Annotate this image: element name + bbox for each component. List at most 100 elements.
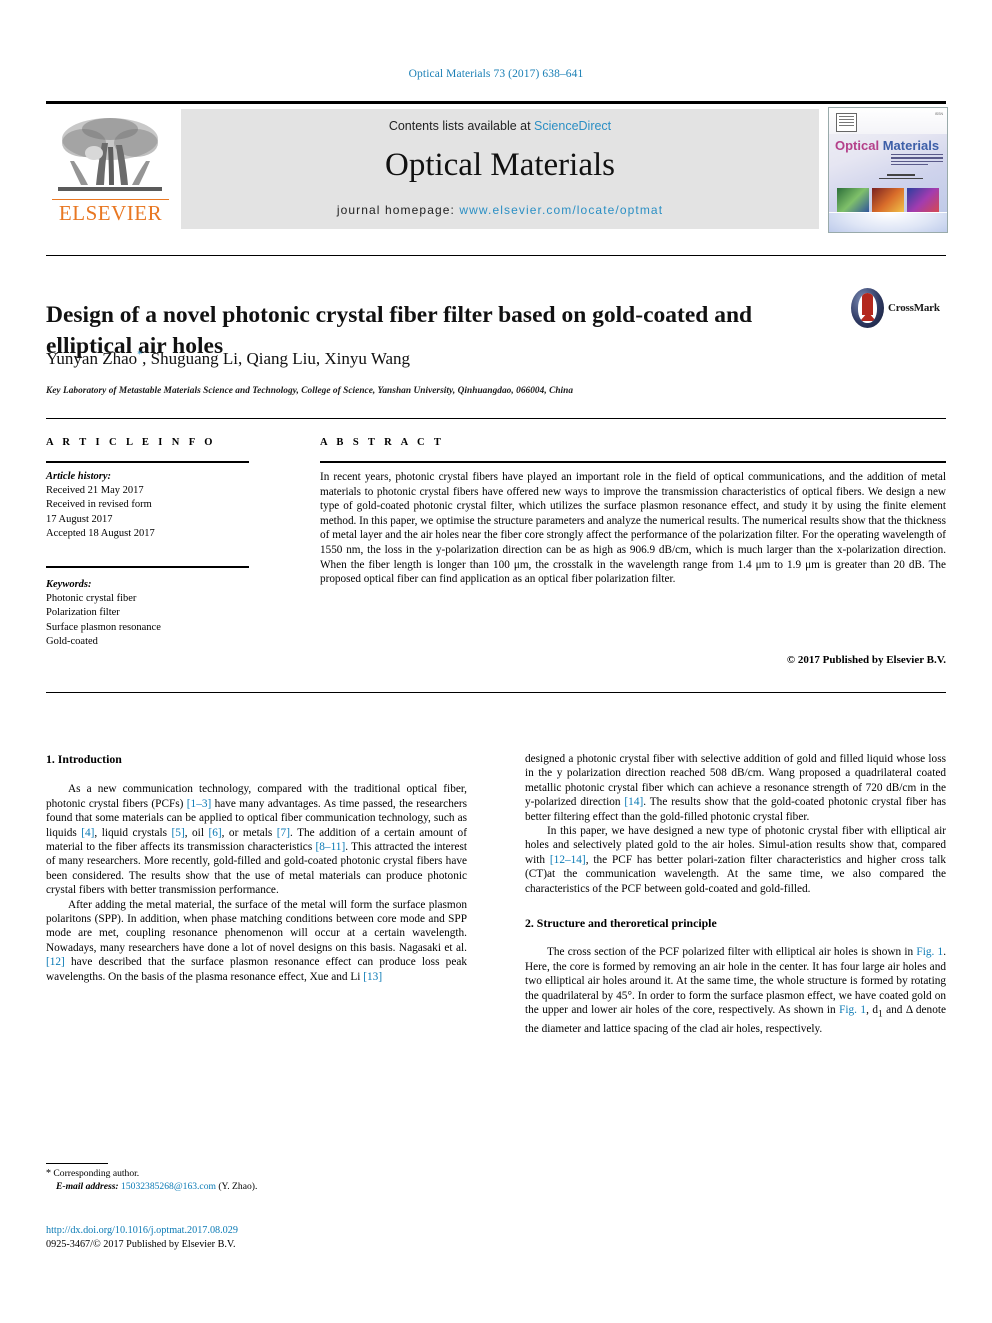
article-history-item: Accepted 18 August 2017 [46,527,155,539]
paragraph: In this paper, we have designed a new ty… [525,824,946,896]
info-section-top-rule [46,418,946,419]
paragraph: The cross section of the PCF polarized f… [525,945,946,1036]
text-run: After adding the metal material, the sur… [46,898,467,954]
masthead-center-panel: Contents lists available at ScienceDirec… [181,109,819,229]
body-column-right: designed a photonic crystal fiber with s… [525,752,946,1036]
paragraph: designed a photonic crystal fiber with s… [525,752,946,824]
section-heading-introduction: 1. Introduction [46,752,122,766]
keywords-label: Keywords: [46,579,92,590]
text-run: , the PCF has better polari-zation filte… [525,853,946,895]
elsevier-wordmark: ELSEVIER [58,201,163,225]
doi-link[interactable]: http://dx.doi.org/10.1016/j.optmat.2017.… [46,1224,476,1238]
issn-copyright-line: 0925-3467/© 2017 Published by Elsevier B… [46,1238,236,1250]
citation-ref[interactable]: [12–14] [550,854,586,866]
footnote-rule [46,1163,108,1164]
author-affiliation: Key Laboratory of Metastable Materials S… [46,386,574,396]
running-head: Optical Materials 73 (2017) 638–641 [408,68,584,80]
email-label: E-mail address: [56,1180,119,1192]
homepage-prefix: journal homepage: [336,203,460,217]
journal-homepage-link[interactable]: www.elsevier.com/locate/optmat [459,203,663,217]
citation-ref[interactable]: [6] [208,827,221,839]
crossmark-ring-icon [851,288,884,328]
contents-prefix: Contents lists available at [388,119,535,133]
section-heading-structure: 2. Structure and theroretical principle [525,916,717,931]
crossmark-inner-shape [858,293,877,323]
cover-title-part1: Optical [835,138,880,153]
text-run: , oil [184,826,209,839]
article-history-item: Received 21 May 2017 [46,485,144,497]
authors-remaining: , Shuguang Li, Qiang Liu, Xinyu Wang [142,349,411,368]
elsevier-logo: ELSEVIER [48,111,173,229]
cover-issn-text: ISSN [934,112,943,116]
text-run: , liquid crystals [94,826,172,839]
citation-ref[interactable]: [7] [277,827,290,839]
citation-ref[interactable]: [12] [46,956,65,968]
keyword-item: Gold-coated [46,635,98,647]
citation-ref[interactable]: [4] [81,827,94,839]
crossmark-triangle [859,312,876,321]
journal-masthead: ELSEVIER Contents lists available at Sci… [46,101,948,234]
citation-ref[interactable]: [13] [363,971,382,983]
abstract-text: In recent years, photonic crystal fibers… [320,471,946,586]
cover-image-2 [872,188,904,214]
title-top-rule [46,255,946,256]
cover-title: Optical Materials [835,138,939,153]
abstract-rule [320,461,946,463]
elsevier-divider [52,199,169,200]
figure-ref[interactable]: Fig. 1 [839,1004,866,1016]
text-run: , or metals [221,826,277,839]
citation-ref[interactable]: [14] [624,796,643,808]
journal-homepage-line: journal homepage: www.elsevier.com/locat… [181,203,819,217]
text-run: , d [866,1004,878,1017]
email-link[interactable]: 15032385268@163.com [121,1181,216,1192]
cover-title-part2: Materials [882,138,940,153]
article-history-label: Article history: [46,471,112,482]
elsevier-tree-icon [54,113,166,199]
sciencedirect-link[interactable]: ScienceDirect [534,119,611,133]
keywords-block: Keywords: Photonic crystal fiber Polariz… [46,578,261,649]
crossmark-label: CrossMark [888,302,940,314]
footer-block: http://dx.doi.org/10.1016/j.optmat.2017.… [46,1224,476,1251]
author-list: Yunyan Zhao*, Shuguang Li, Qiang Liu, Xi… [46,349,846,369]
cover-publisher-badge-icon [836,113,857,132]
citation-ref[interactable]: [1–3] [187,798,211,810]
email-suffix: (Y. Zhao). [215,1180,258,1192]
corresponding-author-note: * Corresponding author. [46,1168,476,1181]
cover-editor-lines [871,174,931,182]
crossmark-badge[interactable]: CrossMark [851,288,940,328]
keyword-item: Surface plasmon resonance [46,621,161,633]
author-first: Yunyan Zhao [46,349,138,368]
cover-subtitle-lines [891,154,943,167]
citation-ref[interactable]: [5] [172,827,185,839]
copyright-line: © 2017 Published by Elsevier B.V. [786,654,946,666]
journal-title: Optical Materials [384,147,615,183]
email-note: E-mail address: 15032385268@163.com (Y. … [46,1181,476,1194]
cover-images [837,188,939,214]
article-history-item: Received in revised form [46,499,152,511]
article-history-block: Article history: Received 21 May 2017 Re… [46,470,261,541]
corresponding-author-text: Corresponding author. [51,1168,140,1179]
citation-ref[interactable]: [8–11] [316,841,346,853]
info-section-bottom-rule [46,692,946,693]
body-column-left: 1. Introduction As a new communication t… [46,752,467,984]
keyword-item: Photonic crystal fiber [46,593,137,605]
paper-page: Optical Materials 73 (2017) 638–641 ELSE… [0,0,992,1323]
article-history-item: 17 August 2017 [46,513,113,525]
paragraph: After adding the metal material, the sur… [46,898,467,984]
figure-ref[interactable]: Fig. 1 [916,946,943,958]
keyword-item: Polarization filter [46,607,120,619]
cover-wave-graphic [829,212,947,232]
journal-cover-thumbnail: ISSN Optical Materials [828,107,948,233]
text-run: The cross section of the PCF polarized f… [547,946,917,959]
contents-list-line: Contents lists available at ScienceDirec… [181,119,819,133]
cover-image-1 [837,188,869,214]
masthead-top-rule [46,101,946,104]
article-info-rule [46,461,249,463]
paragraph: As a new communication technology, compa… [46,782,467,897]
footnote-block: * Corresponding author. E-mail address: … [46,1168,476,1193]
keywords-rule [46,566,249,568]
cover-image-3 [907,188,939,214]
text-run: have described that the surface plasmon … [46,956,467,983]
article-info-heading: A R T I C L E I N F O [46,437,216,448]
abstract-heading: A B S T R A C T [320,437,445,448]
